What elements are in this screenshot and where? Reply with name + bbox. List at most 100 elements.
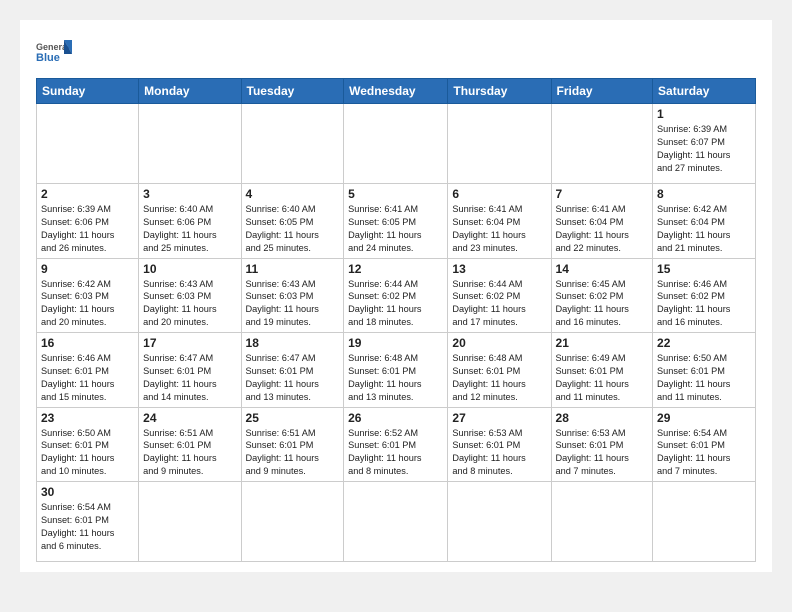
calendar-cell <box>344 482 448 562</box>
calendar-cell: 1 Sunrise: 6:39 AM Sunset: 6:07 PM Daylig… <box>653 104 756 184</box>
day-info: Sunrise: 6:51 AM Sunset: 6:01 PM Dayligh… <box>246 427 340 479</box>
day-number: 15 <box>657 262 751 276</box>
day-number: 22 <box>657 336 751 350</box>
calendar-header-sunday: Sunday <box>37 79 139 104</box>
day-number: 12 <box>348 262 443 276</box>
day-info: Sunrise: 6:42 AM Sunset: 6:03 PM Dayligh… <box>41 278 134 330</box>
calendar-cell: 12 Sunrise: 6:44 AM Sunset: 6:02 PM Dayli… <box>344 258 448 333</box>
calendar-cell: 3 Sunrise: 6:40 AM Sunset: 6:06 PM Daylig… <box>139 184 241 259</box>
calendar-header-thursday: Thursday <box>448 79 551 104</box>
day-number: 7 <box>556 187 649 201</box>
calendar-cell: 30Sunrise: 6:54 AM Sunset: 6:01 PM Dayli… <box>37 482 139 562</box>
day-number: 24 <box>143 411 236 425</box>
day-number: 27 <box>452 411 546 425</box>
calendar-cell: 24 Sunrise: 6:51 AM Sunset: 6:01 PM Dayli… <box>139 407 241 482</box>
day-info: Sunrise: 6:48 AM Sunset: 6:01 PM Dayligh… <box>452 352 546 404</box>
calendar-cell <box>37 104 139 184</box>
day-number: 2 <box>41 187 134 201</box>
day-number: 4 <box>246 187 340 201</box>
calendar-cell <box>653 482 756 562</box>
day-info: Sunrise: 6:43 AM Sunset: 6:03 PM Dayligh… <box>246 278 340 330</box>
calendar-week-1: 1 Sunrise: 6:39 AM Sunset: 6:07 PM Daylig… <box>37 104 756 184</box>
logo-icon: General Blue <box>36 36 72 72</box>
calendar-cell <box>551 104 653 184</box>
calendar-cell <box>448 104 551 184</box>
calendar-cell <box>448 482 551 562</box>
day-info: Sunrise: 6:42 AM Sunset: 6:04 PM Dayligh… <box>657 203 751 255</box>
day-number: 11 <box>246 262 340 276</box>
day-info: Sunrise: 6:41 AM Sunset: 6:04 PM Dayligh… <box>556 203 649 255</box>
calendar-cell <box>139 482 241 562</box>
day-info: Sunrise: 6:54 AM Sunset: 6:01 PM Dayligh… <box>41 501 134 553</box>
calendar-cell: 9 Sunrise: 6:42 AM Sunset: 6:03 PM Daylig… <box>37 258 139 333</box>
day-number: 18 <box>246 336 340 350</box>
calendar-cell: 11 Sunrise: 6:43 AM Sunset: 6:03 PM Dayli… <box>241 258 344 333</box>
calendar-cell: 27 Sunrise: 6:53 AM Sunset: 6:01 PM Dayli… <box>448 407 551 482</box>
calendar-cell: 13 Sunrise: 6:44 AM Sunset: 6:02 PM Dayli… <box>448 258 551 333</box>
day-info: Sunrise: 6:46 AM Sunset: 6:02 PM Dayligh… <box>657 278 751 330</box>
day-number: 25 <box>246 411 340 425</box>
calendar-cell: 26Sunrise: 6:52 AM Sunset: 6:01 PM Dayli… <box>344 407 448 482</box>
calendar-cell <box>344 104 448 184</box>
calendar-cell: 17Sunrise: 6:47 AM Sunset: 6:01 PM Dayli… <box>139 333 241 408</box>
day-number: 20 <box>452 336 546 350</box>
day-number: 23 <box>41 411 134 425</box>
calendar-header-row: SundayMondayTuesdayWednesdayThursdayFrid… <box>37 79 756 104</box>
calendar-cell <box>551 482 653 562</box>
header: General Blue <box>36 36 756 72</box>
day-number: 3 <box>143 187 236 201</box>
day-number: 1 <box>657 107 751 121</box>
calendar-cell: 16Sunrise: 6:46 AM Sunset: 6:01 PM Dayli… <box>37 333 139 408</box>
day-info: Sunrise: 6:40 AM Sunset: 6:05 PM Dayligh… <box>246 203 340 255</box>
calendar-week-5: 23Sunrise: 6:50 AM Sunset: 6:01 PM Dayli… <box>37 407 756 482</box>
calendar-cell: 25 Sunrise: 6:51 AM Sunset: 6:01 PM Dayli… <box>241 407 344 482</box>
calendar: SundayMondayTuesdayWednesdayThursdayFrid… <box>36 78 756 562</box>
day-info: Sunrise: 6:47 AM Sunset: 6:01 PM Dayligh… <box>246 352 340 404</box>
calendar-cell: 2 Sunrise: 6:39 AM Sunset: 6:06 PM Daylig… <box>37 184 139 259</box>
calendar-cell <box>241 104 344 184</box>
calendar-cell: 6 Sunrise: 6:41 AM Sunset: 6:04 PM Daylig… <box>448 184 551 259</box>
day-number: 9 <box>41 262 134 276</box>
calendar-header-monday: Monday <box>139 79 241 104</box>
day-info: Sunrise: 6:44 AM Sunset: 6:02 PM Dayligh… <box>452 278 546 330</box>
calendar-week-2: 2 Sunrise: 6:39 AM Sunset: 6:06 PM Daylig… <box>37 184 756 259</box>
page: General Blue SundayMondayTuesdayWednesda… <box>20 20 772 572</box>
day-info: Sunrise: 6:53 AM Sunset: 6:01 PM Dayligh… <box>556 427 649 479</box>
day-number: 13 <box>452 262 546 276</box>
calendar-cell: 4 Sunrise: 6:40 AM Sunset: 6:05 PM Daylig… <box>241 184 344 259</box>
calendar-cell: 14Sunrise: 6:45 AM Sunset: 6:02 PM Dayli… <box>551 258 653 333</box>
day-number: 28 <box>556 411 649 425</box>
calendar-cell: 22 Sunrise: 6:50 AM Sunset: 6:01 PM Dayli… <box>653 333 756 408</box>
calendar-cell: 21Sunrise: 6:49 AM Sunset: 6:01 PM Dayli… <box>551 333 653 408</box>
day-info: Sunrise: 6:51 AM Sunset: 6:01 PM Dayligh… <box>143 427 236 479</box>
logo: General Blue <box>36 36 74 72</box>
calendar-header-saturday: Saturday <box>653 79 756 104</box>
calendar-week-6: 30Sunrise: 6:54 AM Sunset: 6:01 PM Dayli… <box>37 482 756 562</box>
calendar-cell: 5Sunrise: 6:41 AM Sunset: 6:05 PM Daylig… <box>344 184 448 259</box>
day-info: Sunrise: 6:46 AM Sunset: 6:01 PM Dayligh… <box>41 352 134 404</box>
day-number: 17 <box>143 336 236 350</box>
calendar-cell: 18 Sunrise: 6:47 AM Sunset: 6:01 PM Dayli… <box>241 333 344 408</box>
day-info: Sunrise: 6:43 AM Sunset: 6:03 PM Dayligh… <box>143 278 236 330</box>
day-info: Sunrise: 6:49 AM Sunset: 6:01 PM Dayligh… <box>556 352 649 404</box>
calendar-week-3: 9 Sunrise: 6:42 AM Sunset: 6:03 PM Daylig… <box>37 258 756 333</box>
calendar-header-friday: Friday <box>551 79 653 104</box>
day-info: Sunrise: 6:39 AM Sunset: 6:06 PM Dayligh… <box>41 203 134 255</box>
day-info: Sunrise: 6:45 AM Sunset: 6:02 PM Dayligh… <box>556 278 649 330</box>
day-info: Sunrise: 6:41 AM Sunset: 6:05 PM Dayligh… <box>348 203 443 255</box>
svg-text:Blue: Blue <box>36 52 60 64</box>
calendar-header-tuesday: Tuesday <box>241 79 344 104</box>
day-info: Sunrise: 6:40 AM Sunset: 6:06 PM Dayligh… <box>143 203 236 255</box>
day-info: Sunrise: 6:53 AM Sunset: 6:01 PM Dayligh… <box>452 427 546 479</box>
day-info: Sunrise: 6:54 AM Sunset: 6:01 PM Dayligh… <box>657 427 751 479</box>
day-number: 8 <box>657 187 751 201</box>
calendar-cell <box>139 104 241 184</box>
day-info: Sunrise: 6:41 AM Sunset: 6:04 PM Dayligh… <box>452 203 546 255</box>
calendar-week-4: 16Sunrise: 6:46 AM Sunset: 6:01 PM Dayli… <box>37 333 756 408</box>
day-number: 6 <box>452 187 546 201</box>
day-info: Sunrise: 6:50 AM Sunset: 6:01 PM Dayligh… <box>657 352 751 404</box>
day-number: 10 <box>143 262 236 276</box>
day-info: Sunrise: 6:39 AM Sunset: 6:07 PM Dayligh… <box>657 123 751 175</box>
day-number: 29 <box>657 411 751 425</box>
day-info: Sunrise: 6:44 AM Sunset: 6:02 PM Dayligh… <box>348 278 443 330</box>
